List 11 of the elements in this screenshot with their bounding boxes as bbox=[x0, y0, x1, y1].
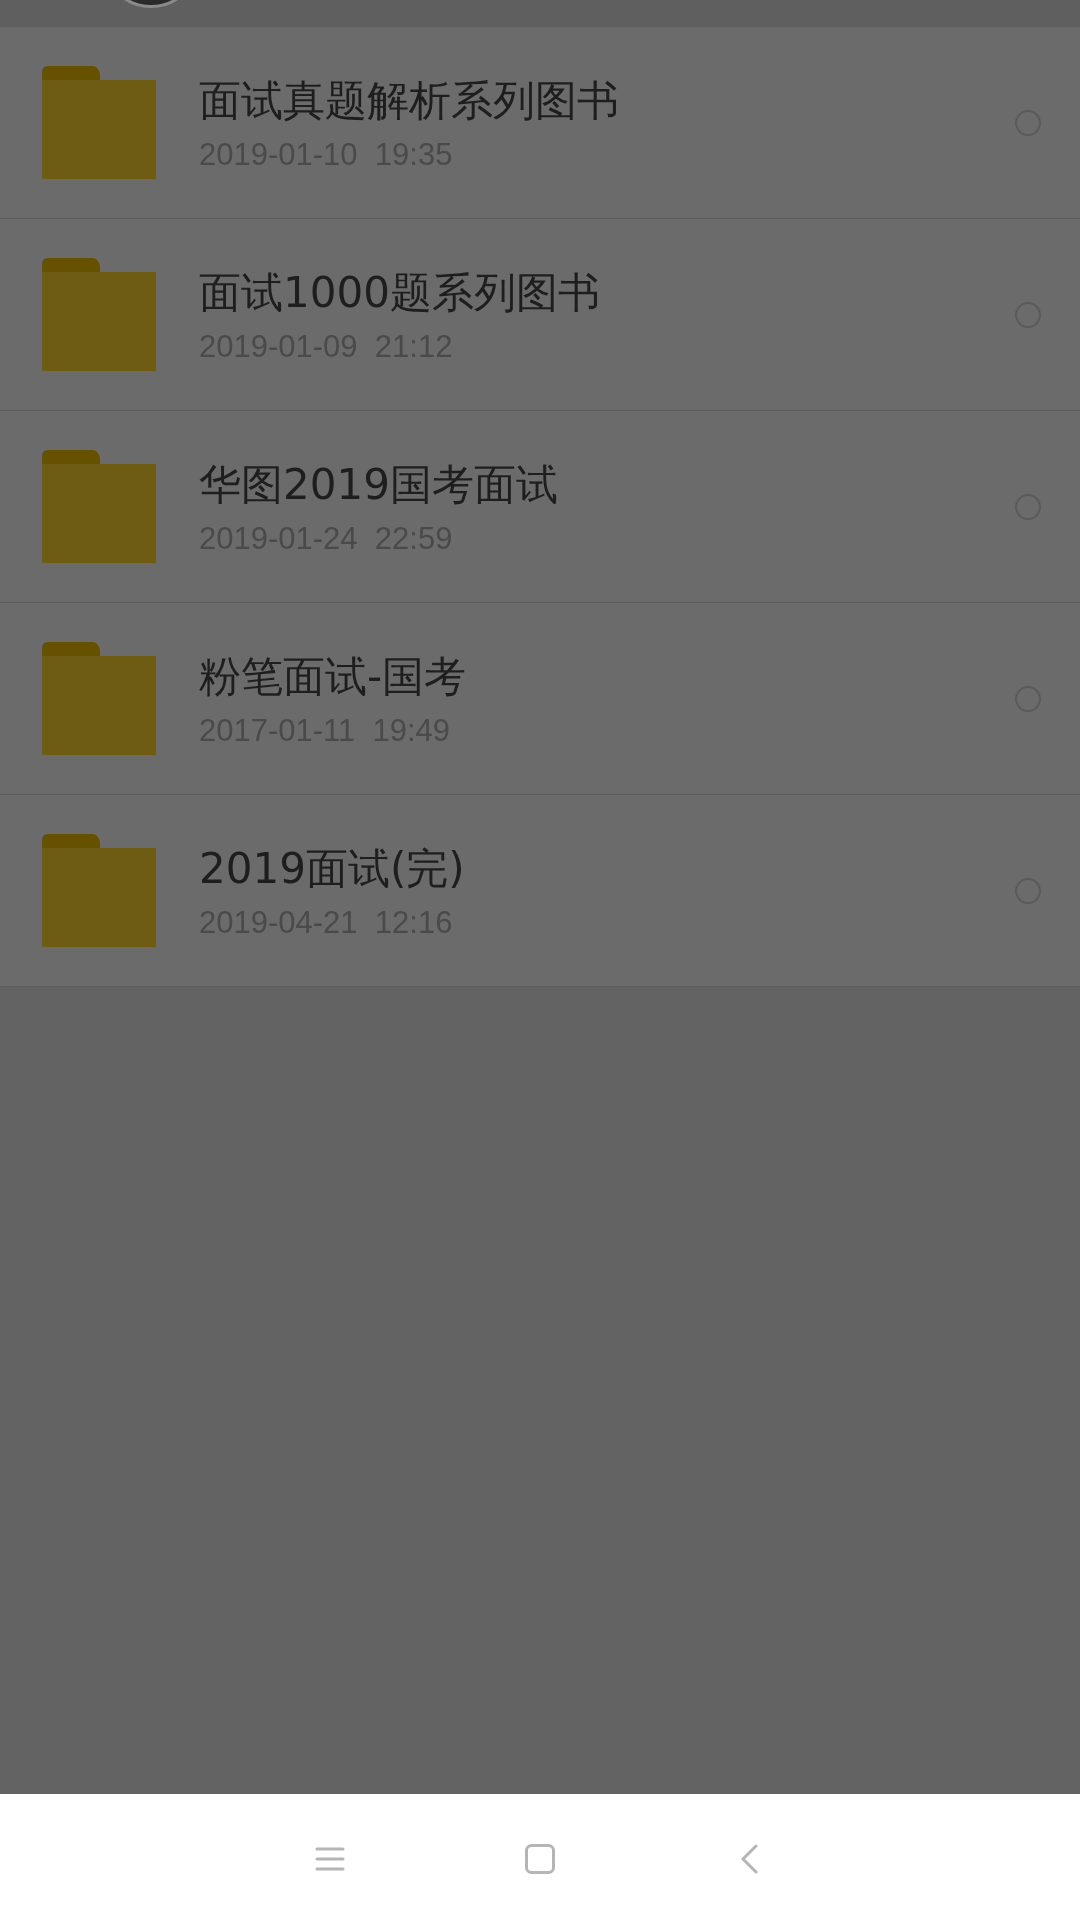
folder-name: 粉笔面试-国考 bbox=[199, 650, 468, 703]
folder-name: 2019面试(完) bbox=[199, 842, 466, 895]
folder-icon bbox=[42, 834, 156, 947]
folder-name: 面试真题解析系列图书 bbox=[199, 74, 620, 127]
folder-icon bbox=[42, 642, 156, 755]
folder-icon bbox=[42, 450, 156, 563]
folder-name: 华图2019国考面试 bbox=[199, 458, 559, 511]
home-icon[interactable] bbox=[525, 1844, 555, 1874]
folder-name: 面试1000题系列图书 bbox=[199, 266, 601, 319]
folder-icon bbox=[42, 258, 156, 371]
folder-icon bbox=[42, 66, 156, 179]
